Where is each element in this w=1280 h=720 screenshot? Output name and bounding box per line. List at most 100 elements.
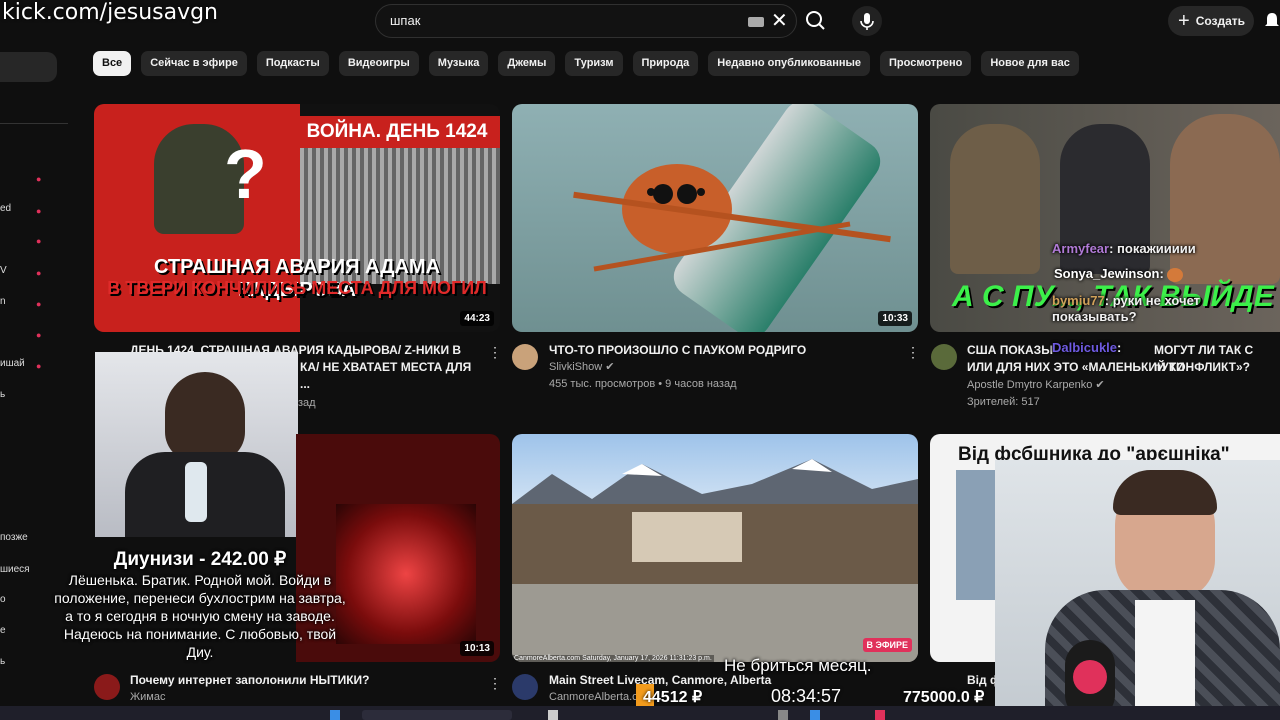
clear-icon[interactable]: ✕ <box>771 9 788 33</box>
voice-search-button[interactable] <box>852 6 882 36</box>
more-options-icon[interactable]: ⋮ <box>906 345 920 359</box>
channel-name[interactable]: Жимас <box>130 689 165 706</box>
mic-icon <box>860 13 874 30</box>
streamer-hair <box>1113 470 1217 515</box>
create-button[interactable]: + Создать <box>1168 6 1254 36</box>
chat-message: Armyfear: покажиииии <box>1052 241 1196 257</box>
stat-left: 44512 ₽ <box>643 689 703 706</box>
water-bottle <box>185 462 207 522</box>
chip-music[interactable]: Музыка <box>428 51 489 76</box>
emote-icon <box>1167 267 1184 282</box>
chat-username: bymiu77 <box>1052 293 1105 308</box>
sidebar-item-label[interactable]: позже <box>0 532 28 543</box>
duration-badge: 44:23 <box>460 311 494 326</box>
live-indicator-icon: ● <box>36 268 42 278</box>
chat-text: : покажиииии <box>1109 241 1196 256</box>
channel-name[interactable]: Apostle Dmytro Karpenko ✔ <box>967 377 1105 394</box>
taskbar-icon[interactable] <box>875 710 885 720</box>
sidebar-item-label[interactable]: о <box>0 594 6 605</box>
os-taskbar <box>0 706 1280 720</box>
sidebar-divider <box>0 123 68 124</box>
video-title[interactable]: ЧТО-ТО ПРОИЗОШЛО С ПАУКОМ РОДРИГО <box>549 342 806 359</box>
chip-nature[interactable]: Природа <box>632 51 699 76</box>
taskbar-icon[interactable] <box>778 710 788 720</box>
streamer-webcam <box>995 460 1280 720</box>
channel-avatar[interactable] <box>512 344 538 370</box>
channel-avatar[interactable] <box>931 344 957 370</box>
video-meta: 455 тыс. просмотров • 9 часов назад <box>549 378 737 390</box>
channel-avatar[interactable] <box>512 674 538 700</box>
video-meta: Зрителей: 517 <box>967 396 1040 408</box>
verified-icon: ✔ <box>1095 379 1105 391</box>
chip-jams[interactable]: Джемы <box>498 51 556 76</box>
bell-icon[interactable] <box>1264 12 1280 35</box>
video-title[interactable]: США ПОКАЗЫ <box>967 342 1053 359</box>
channel-name-text: SlivkiShow <box>549 361 603 373</box>
chat-username: Dalbicukle <box>1052 340 1118 355</box>
sidebar-item-label[interactable]: ь <box>0 656 5 667</box>
channel-name[interactable]: SlivkiShow ✔ <box>549 359 614 376</box>
person-figure <box>950 124 1040 274</box>
chip-games[interactable]: Видеоигры <box>338 51 419 76</box>
video-title[interactable]: Почему интернет заполонили НЫТИКИ? <box>130 672 370 689</box>
donation-header: Диунизи - 242.00 ₽ <box>113 549 287 570</box>
chip-live[interactable]: Сейчас в эфире <box>141 51 247 76</box>
donation-alert: Диунизи - 242.00 ₽ Лёшенька. Братик. Род… <box>50 548 350 661</box>
stream-watermark: kick.com/jesusavgn <box>2 0 219 25</box>
video-thumbnail[interactable]: ВОЙНА. ДЕНЬ 1424 ? СТРАШНАЯ АВАРИЯ АДАМА… <box>94 104 500 332</box>
search-icon <box>806 11 825 30</box>
sidebar-item-label[interactable]: шиеся <box>0 564 30 575</box>
video-meta: зад <box>298 397 316 409</box>
chat-message: Sonya_Jewinson: <box>1054 266 1184 282</box>
live-indicator-icon: ● <box>36 174 42 184</box>
live-indicator-icon: ● <box>36 361 42 371</box>
chip-all[interactable]: Все <box>93 51 132 76</box>
chat-text: : <box>1159 266 1164 281</box>
sidebar-item-active[interactable] <box>0 52 57 82</box>
chat-username: Armyfear <box>1052 241 1110 256</box>
stat-right: 775000.0 ₽ <box>903 689 985 706</box>
sidebar-item-label[interactable]: ишай <box>0 358 25 369</box>
person-figure <box>1170 114 1280 284</box>
search-button[interactable] <box>797 4 837 38</box>
streamer-head <box>165 372 245 462</box>
search-input[interactable]: шпак <box>390 13 420 28</box>
sidebar-item-label[interactable]: ed <box>0 203 11 214</box>
taskbar-search[interactable] <box>362 710 512 720</box>
webcam-overlay <box>95 352 298 537</box>
create-label: Создать <box>1195 14 1246 28</box>
live-indicator-icon: ● <box>36 299 42 309</box>
chip-tourism[interactable]: Туризм <box>565 51 623 76</box>
duration-badge: 10:33 <box>878 311 912 326</box>
thumb-banner: ВОЙНА. ДЕНЬ 1424 <box>294 116 500 148</box>
chip-new-for-you[interactable]: Новое для вас <box>981 51 1079 76</box>
keyboard-icon[interactable] <box>748 17 764 27</box>
taskbar-icon[interactable] <box>810 710 820 720</box>
street <box>512 584 918 662</box>
stream-clock: 08:34:57 <box>771 686 842 706</box>
taskbar-icon[interactable] <box>548 710 558 720</box>
more-options-icon[interactable]: ⋮ <box>488 345 502 359</box>
duration-badge: 10:13 <box>460 641 494 656</box>
video-thumbnail[interactable]: 10:33 <box>512 104 918 332</box>
building <box>632 512 742 562</box>
taskbar-icon[interactable] <box>330 710 340 720</box>
sidebar-item-label[interactable]: V <box>0 265 7 276</box>
live-indicator-icon: ● <box>36 330 42 340</box>
chat-message: Dalbicukle: <box>1052 340 1121 356</box>
cam-timestamp: CanmoreAlberta.com Saturday, January 17,… <box>512 655 714 662</box>
donation-message: Лёшенька. Братик. Родной мой. Войди в по… <box>54 572 346 660</box>
chat-message: bymiu77: руки не хочет показывать? <box>1052 293 1232 325</box>
mic-logo <box>1073 660 1107 694</box>
chip-podcasts[interactable]: Подкасты <box>256 51 329 76</box>
sidebar-item-label[interactable]: n <box>0 296 6 307</box>
chip-watched[interactable]: Просмотрено <box>880 51 972 76</box>
search-box[interactable]: шпак ✕ <box>375 4 797 38</box>
video-thumbnail[interactable]: В ЭФИРЕ CanmoreAlberta.com Saturday, Jan… <box>512 434 918 662</box>
sidebar-item-label[interactable]: ь <box>0 389 5 400</box>
channel-avatar[interactable] <box>94 674 120 700</box>
chip-recent[interactable]: Недавно опубликованные <box>708 51 871 76</box>
more-options-icon[interactable]: ⋮ <box>488 676 502 690</box>
sidebar-item-label[interactable]: е <box>0 625 6 636</box>
verified-icon: ✔ <box>605 361 615 373</box>
